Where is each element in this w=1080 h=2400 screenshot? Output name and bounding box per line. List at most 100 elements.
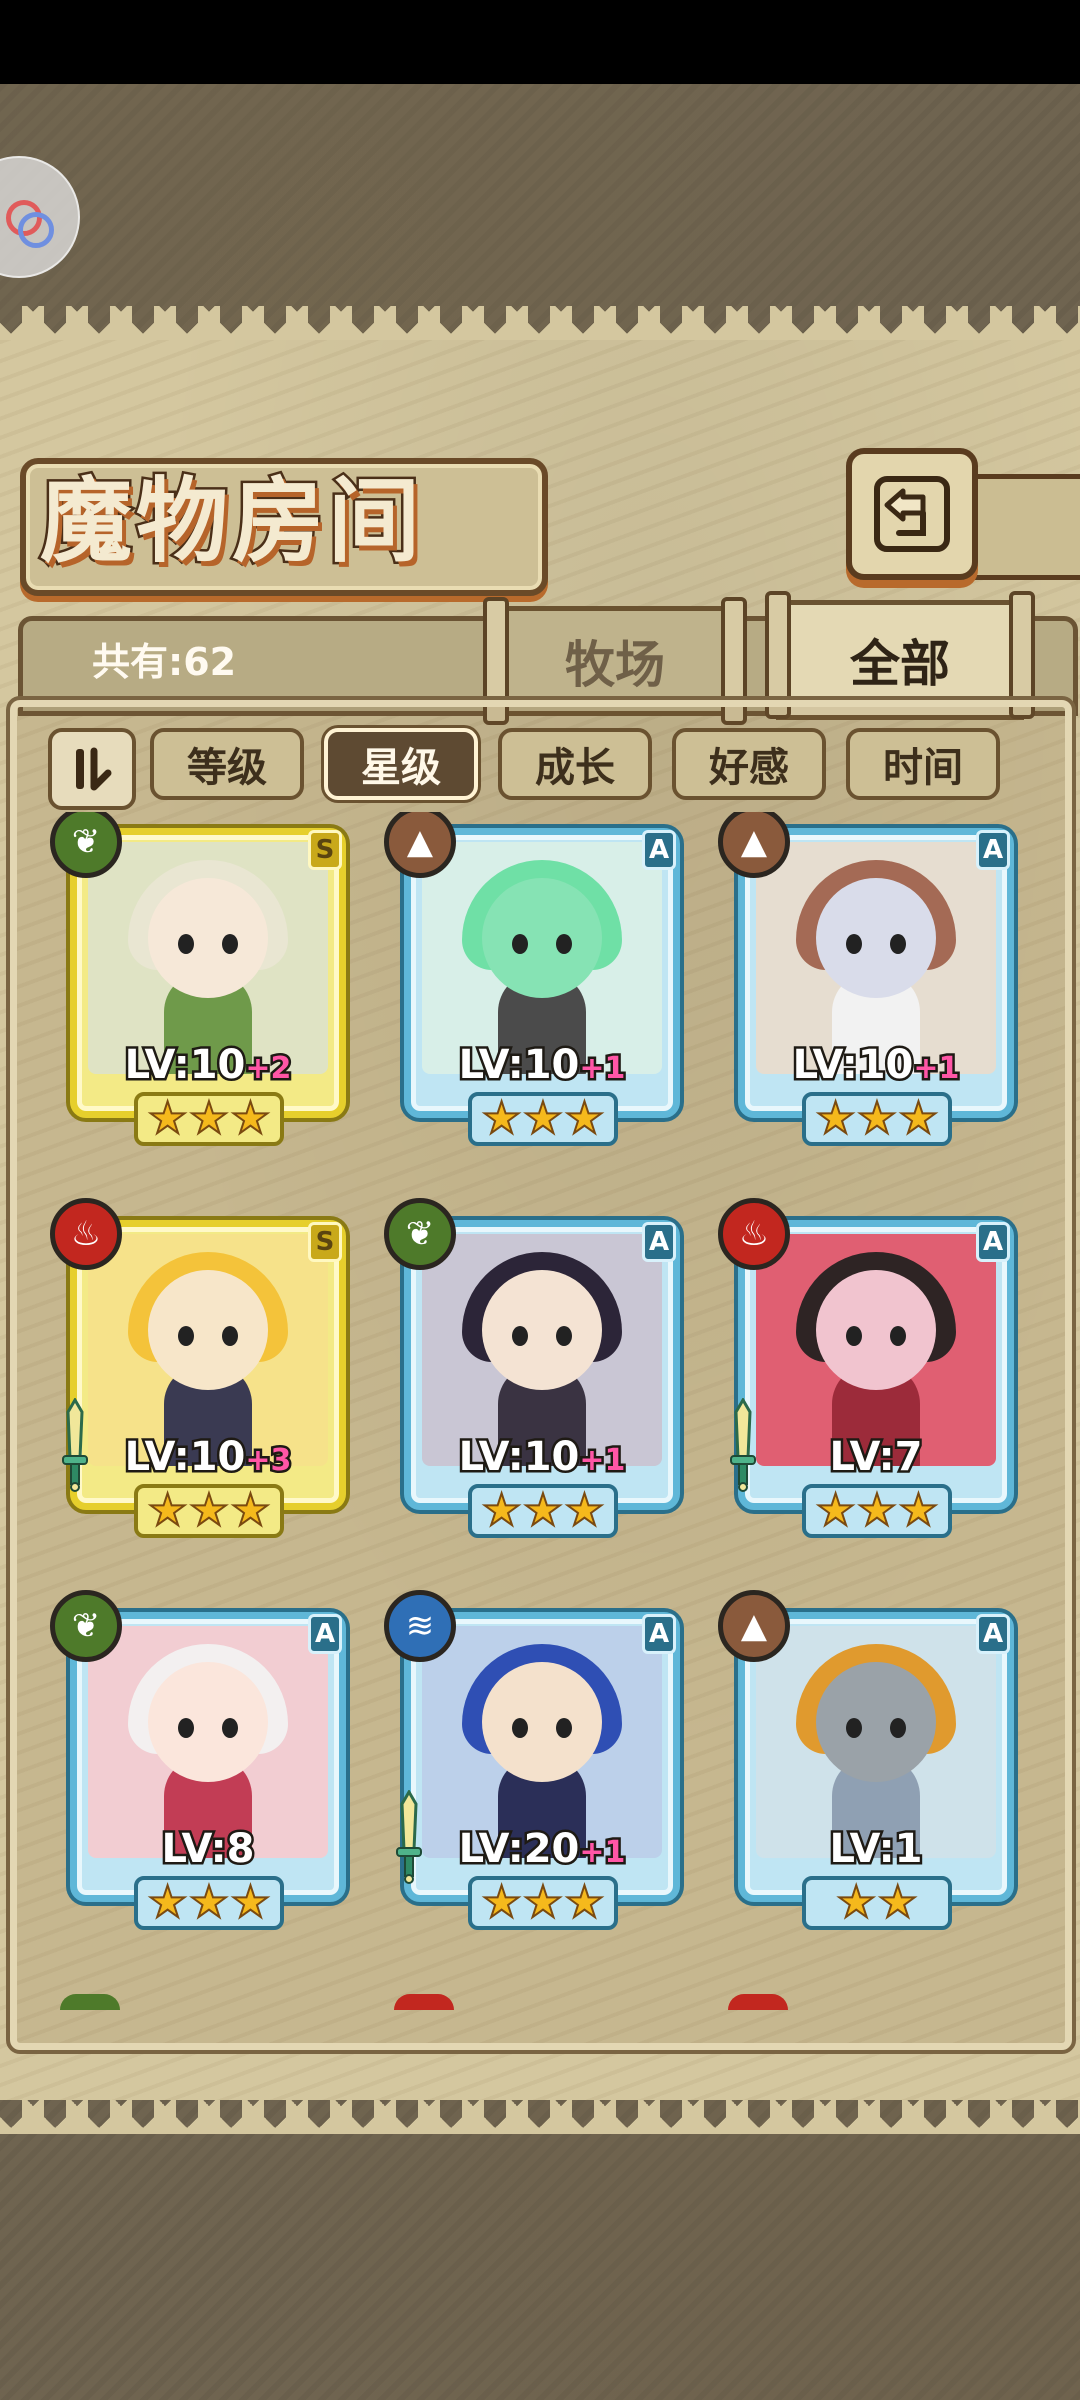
leaf-icon: ❦ <box>384 1198 456 1270</box>
portrait-face <box>148 1662 268 1782</box>
rank-badge: A <box>976 1614 1010 1654</box>
assistant-ring-icon <box>18 212 54 248</box>
flame-icon: ♨ <box>718 1198 790 1270</box>
sort-by-time-button[interactable]: 时间 <box>846 728 1000 800</box>
monster-portrait <box>756 1234 996 1466</box>
monster-card[interactable]: S ❦ LV:10+2 ★ ★ ★ <box>50 812 352 1146</box>
portrait-eye <box>890 934 906 954</box>
level-bonus: +3 <box>243 1441 294 1481</box>
star-rating: ★ ★ <box>802 1876 952 1930</box>
monster-card[interactable]: S ♨ LV:10+3 ★ ★ ★ <box>50 1198 352 1538</box>
tab-all-label: 全部 <box>850 634 950 693</box>
water-wave-icon: ≋ <box>384 1590 456 1662</box>
star-icon: ★ <box>188 1093 229 1144</box>
sort-filter-row: 等级 星级 成长 好感 时间 <box>48 726 1020 810</box>
rank-badge: S <box>308 1222 342 1262</box>
monster-card[interactable]: A ♨ LV:7 ★ ★ ★ <box>718 1198 1020 1538</box>
level-value: LV:8 <box>159 1824 257 1875</box>
portrait-eye <box>512 934 528 954</box>
back-button[interactable] <box>846 448 978 580</box>
portrait-eye <box>890 1718 906 1738</box>
star-icon: ★ <box>230 1093 271 1144</box>
monster-level: LV:20+1 <box>404 1824 680 1875</box>
monster-level: LV:10+3 <box>70 1432 346 1483</box>
monster-level: LV:10+1 <box>404 1040 680 1091</box>
level-value: LV:10 <box>456 1040 582 1091</box>
monster-card[interactable]: A ❦ LV:8 ★ ★ ★ <box>50 1590 352 1930</box>
monster-level: LV:8 <box>70 1824 346 1875</box>
star-icon: ★ <box>147 1877 188 1928</box>
monster-card[interactable]: A ▲ LV:10+1 ★ ★ ★ <box>718 812 1020 1146</box>
back-button-strip <box>960 474 1080 580</box>
page-title: 魔物房间 <box>38 465 425 578</box>
monster-card[interactable]: A ▲ LV:1 ★ ★ <box>718 1590 1020 1930</box>
portrait-eye <box>222 934 238 954</box>
star-rating: ★ ★ ★ <box>134 1876 284 1930</box>
star-icon: ★ <box>230 1877 271 1928</box>
rank-badge: A <box>642 1222 676 1262</box>
monster-level: LV:10+1 <box>404 1432 680 1483</box>
star-icon: ★ <box>522 1485 563 1536</box>
star-rating: ★ ★ ★ <box>134 1484 284 1538</box>
monster-card[interactable]: A ▲ LV:10+1 ★ ★ ★ <box>384 812 686 1146</box>
level-value: LV:10 <box>790 1040 916 1091</box>
star-rating: ★ ★ ★ <box>468 1092 618 1146</box>
portrait-eye <box>178 1326 194 1346</box>
star-icon: ★ <box>815 1093 856 1144</box>
star-rating: ★ ★ ★ <box>802 1092 952 1146</box>
status-bar <box>0 0 1080 84</box>
panel-torn-edge-bottom <box>0 2100 1080 2134</box>
sort-by-growth-button[interactable]: 成长 <box>498 728 652 800</box>
monster-card[interactable]: A ≋ LV:20+1 ★ ★ ★ <box>384 1590 686 1930</box>
level-value: LV:10 <box>122 1432 248 1483</box>
return-arrow-icon <box>874 476 950 552</box>
portrait-eye <box>178 934 194 954</box>
next-row-element-icon <box>60 1994 120 2010</box>
mountain-icon: ▲ <box>718 1590 790 1662</box>
portrait-eye <box>846 934 862 954</box>
portrait-eye <box>846 1718 862 1738</box>
sort-by-level-button[interactable]: 等级 <box>150 728 304 800</box>
next-row-element-icon <box>394 1994 454 2010</box>
monster-portrait <box>88 842 328 1074</box>
portrait-face <box>816 1662 936 1782</box>
monster-portrait <box>756 1626 996 1858</box>
portrait-eye <box>512 1326 528 1346</box>
flame-icon: ♨ <box>50 1198 122 1270</box>
monster-level: LV:10+2 <box>70 1040 346 1091</box>
star-icon: ★ <box>856 1485 897 1536</box>
portrait-eye <box>556 934 572 954</box>
portrait-eye <box>556 1326 572 1346</box>
portrait-face <box>482 878 602 998</box>
sort-by-star-button[interactable]: 星级 <box>324 728 478 800</box>
star-icon: ★ <box>522 1877 563 1928</box>
monster-level: LV:1 <box>738 1824 1014 1875</box>
monster-grid: S ❦ LV:10+2 ★ ★ ★ A ▲ LV:10+1 ★ ★ ★ A ▲ LV:10+1 ★ ★ ★ S ♨ LV… <box>30 812 1050 1992</box>
level-value: LV:7 <box>827 1432 925 1483</box>
star-icon: ★ <box>877 1877 918 1928</box>
star-icon: ★ <box>147 1485 188 1536</box>
monster-level: LV:10+1 <box>738 1040 1014 1091</box>
monster-portrait <box>422 842 662 1074</box>
star-icon: ★ <box>836 1877 877 1928</box>
level-bonus: +1 <box>577 1833 628 1873</box>
rank-badge: S <box>308 830 342 870</box>
star-icon: ★ <box>522 1093 563 1144</box>
star-icon: ★ <box>815 1485 856 1536</box>
monster-card[interactable]: A ❦ LV:10+1 ★ ★ ★ <box>384 1198 686 1538</box>
monster-portrait <box>422 1234 662 1466</box>
sort-order-toggle[interactable] <box>48 728 136 810</box>
star-icon: ★ <box>147 1093 188 1144</box>
portrait-eye <box>222 1718 238 1738</box>
level-value: LV:10 <box>456 1432 582 1483</box>
portrait-face <box>816 1270 936 1390</box>
portrait-eye <box>846 1326 862 1346</box>
monster-portrait <box>88 1234 328 1466</box>
star-icon: ★ <box>898 1093 939 1144</box>
panel-torn-edge-top <box>0 306 1080 340</box>
star-icon: ★ <box>230 1485 271 1536</box>
sort-by-affinity-button[interactable]: 好感 <box>672 728 826 800</box>
portrait-eye <box>178 1718 194 1738</box>
level-bonus: +1 <box>577 1049 628 1089</box>
portrait-eye <box>512 1718 528 1738</box>
